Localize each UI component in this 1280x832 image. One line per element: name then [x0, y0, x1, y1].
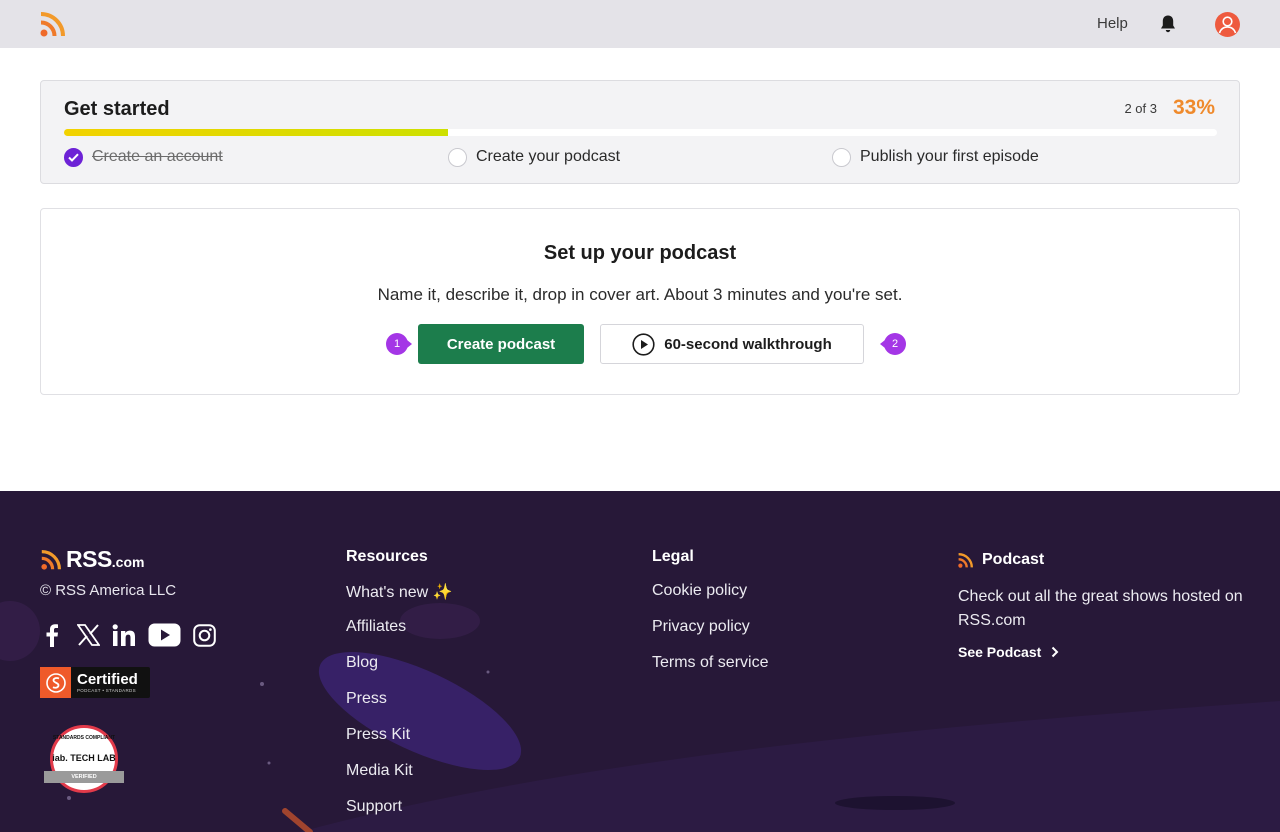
- check-circle-icon: [64, 147, 83, 167]
- copyright: © RSS America LLC: [40, 582, 177, 599]
- podcast-heading-label: Podcast: [982, 551, 1045, 568]
- iab-ribbon-text: VERIFIED: [44, 771, 124, 783]
- footer-link-press-kit[interactable]: Press Kit: [346, 726, 410, 744]
- bell-icon[interactable]: [1159, 14, 1177, 34]
- podcast-heading: Podcast: [958, 551, 1044, 569]
- facebook-icon[interactable]: [42, 622, 62, 648]
- help-link[interactable]: Help: [1097, 15, 1128, 32]
- empty-circle-icon: [832, 147, 851, 167]
- instagram-icon[interactable]: [192, 622, 216, 648]
- setup-podcast-card: Set up your podcast Name it, describe it…: [40, 208, 1240, 395]
- rss-logo-icon[interactable]: [40, 12, 65, 37]
- footer-link-press[interactable]: Press: [346, 690, 387, 708]
- get-started-card: Get started 2 of 3 33% Create an account…: [40, 80, 1240, 184]
- step-create-podcast[interactable]: Create your podcast: [448, 147, 620, 167]
- see-podcast-link[interactable]: See Podcast: [958, 644, 1059, 660]
- footer-link-affiliates[interactable]: Affiliates: [346, 618, 406, 636]
- footer-logo[interactable]: RSS .com: [40, 546, 145, 572]
- legal-heading: Legal: [652, 548, 694, 565]
- footer: RSS .com © RSS America LLC Certified POD…: [0, 491, 1280, 832]
- user-avatar[interactable]: [1215, 12, 1240, 37]
- progress-bar: [64, 129, 1217, 136]
- see-podcast-label: See Podcast: [958, 644, 1042, 660]
- footer-link-terms[interactable]: Terms of service: [652, 654, 768, 672]
- step-label: Create an account: [92, 148, 223, 165]
- user-icon: [1218, 16, 1237, 34]
- create-podcast-button[interactable]: Create podcast: [418, 324, 584, 364]
- play-circle-icon: [632, 332, 655, 356]
- logo-text: RSS: [66, 546, 112, 572]
- x-icon[interactable]: [76, 622, 100, 648]
- certified-logo-icon: [40, 667, 71, 698]
- iab-mid-text: iab. TECH LAB: [52, 753, 116, 763]
- certified-badge[interactable]: Certified PODCAST • STANDARDS: [40, 667, 150, 698]
- logo-suffix: .com: [111, 554, 145, 570]
- youtube-icon[interactable]: [147, 622, 181, 648]
- setup-description: Name it, describe it, drop in cover art.…: [377, 285, 903, 304]
- walkthrough-button[interactable]: 60-second walkthrough: [600, 324, 864, 364]
- chevron-right-icon: [1052, 646, 1059, 658]
- podcast-description: Check out all the great shows hosted on …: [958, 588, 1243, 629]
- rss-logo-icon: [41, 550, 61, 570]
- footer-link-privacy-policy[interactable]: Privacy policy: [652, 618, 750, 636]
- footer-link-whats-new[interactable]: What's new ✨: [346, 582, 453, 602]
- footer-background-decoration: [0, 601, 1280, 832]
- walkthrough-label: 60-second walkthrough: [664, 335, 832, 353]
- iab-compliance-seal[interactable]: STANDARDS COMPLIANT iab. TECH LAB VERIFI…: [44, 725, 124, 793]
- certified-label: Certified: [77, 670, 138, 688]
- linkedin-icon[interactable]: [112, 622, 136, 648]
- steps-count: 2 of 3: [1124, 101, 1157, 116]
- resources-heading: Resources: [346, 548, 428, 565]
- footer-link-media-kit[interactable]: Media Kit: [346, 762, 413, 780]
- marker-badge-1: 1: [386, 333, 412, 355]
- iab-top-text: STANDARDS COMPLIANT: [52, 735, 116, 741]
- footer-link-blog[interactable]: Blog: [346, 654, 378, 672]
- certified-sub: PODCAST • STANDARDS: [77, 687, 136, 693]
- empty-circle-icon: [448, 147, 467, 167]
- marker-badge-2: 2: [880, 333, 906, 355]
- top-bar: Help: [0, 0, 1280, 48]
- progress-fill: [64, 129, 448, 136]
- get-started-title: Get started: [64, 98, 170, 120]
- step-label: Create your podcast: [476, 148, 621, 165]
- step-create-account[interactable]: Create an account: [64, 147, 223, 167]
- footer-link-support[interactable]: Support: [346, 798, 402, 816]
- step-publish-episode[interactable]: Publish your first episode: [832, 147, 1039, 167]
- step-label: Publish your first episode: [860, 148, 1039, 165]
- progress-percent: 33%: [1172, 96, 1215, 119]
- rss-icon: [958, 552, 973, 568]
- setup-title: Set up your podcast: [543, 242, 737, 264]
- footer-link-cookie-policy[interactable]: Cookie policy: [652, 582, 747, 600]
